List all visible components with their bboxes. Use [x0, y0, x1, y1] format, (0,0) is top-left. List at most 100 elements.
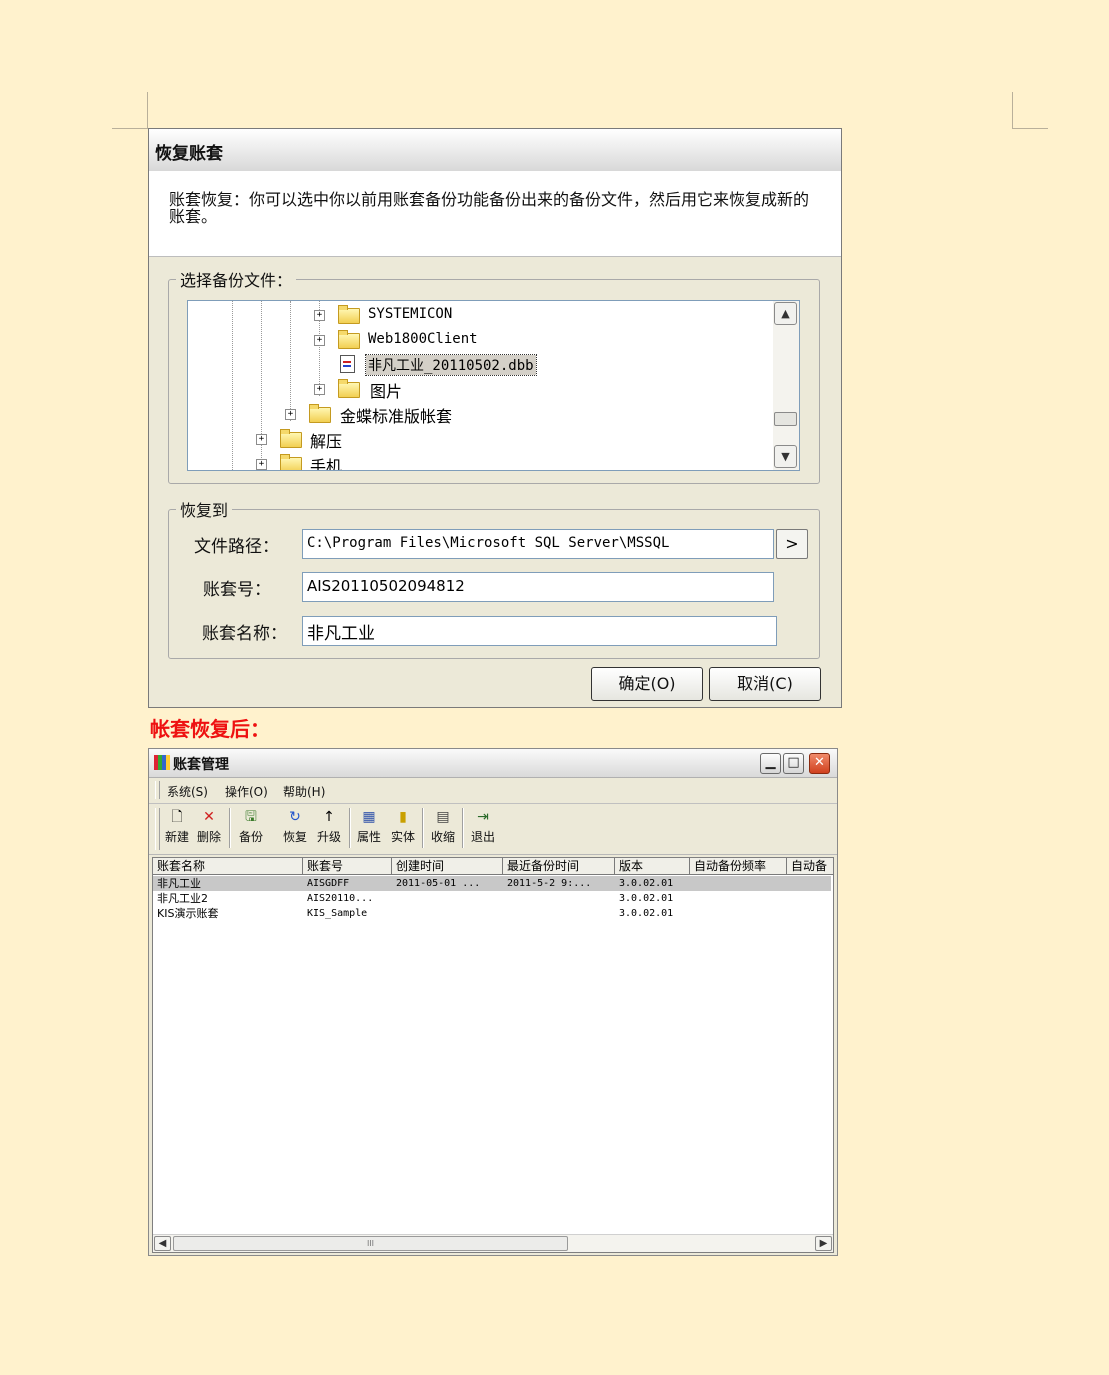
- file-tree[interactable]: + SYSTEMICON + Web1800Client 非凡工业_201105…: [187, 300, 800, 471]
- tree-node-extract[interactable]: + 解压: [188, 428, 768, 451]
- description-text: 账套恢复：你可以选中你以前用账套备份功能备份出来的备份文件，然后用它来恢复成新的…: [169, 190, 810, 226]
- folder-icon: [309, 404, 331, 423]
- cancel-button[interactable]: 取消(C): [709, 667, 821, 701]
- tree-node-label: Web1800Client: [368, 331, 478, 347]
- new-icon: 🗋: [171, 809, 183, 825]
- upgrade-button[interactable]: ↑ 升级: [313, 806, 345, 852]
- tree-node-phone[interactable]: + 手机: [188, 453, 768, 470]
- scroll-left-icon[interactable]: ◀: [154, 1236, 171, 1251]
- properties-button[interactable]: ▦ 属性: [353, 806, 385, 852]
- maximize-icon[interactable]: □: [783, 753, 804, 774]
- corner-mark-left-h: [112, 128, 148, 129]
- expand-icon[interactable]: +: [256, 459, 267, 470]
- scroll-thumb[interactable]: [774, 412, 797, 426]
- exit-button[interactable]: ⇥ 退出: [467, 806, 499, 852]
- upgrade-icon: ↑: [323, 809, 335, 825]
- tree-node-pictures[interactable]: + 图片: [188, 378, 768, 401]
- folder-icon: [280, 429, 302, 448]
- account-name-input[interactable]: 非凡工业: [302, 616, 777, 646]
- new-button[interactable]: 🗋 新建: [161, 806, 193, 852]
- list-horizontal-scrollbar[interactable]: ◀ III ▶: [153, 1234, 833, 1252]
- browse-button[interactable]: >: [776, 529, 808, 559]
- expand-icon[interactable]: +: [256, 434, 267, 445]
- column-header-auto-backup-freq[interactable]: 自动备份频率: [690, 858, 787, 875]
- column-header-name[interactable]: 账套名称: [153, 858, 303, 875]
- menubar-grip: [155, 781, 160, 799]
- folder-icon: [338, 379, 360, 398]
- ok-button[interactable]: 确定(O): [591, 667, 703, 701]
- exit-icon: ⇥: [477, 809, 489, 825]
- file-path-input[interactable]: C:\Program Files\Microsoft SQL Server\MS…: [302, 529, 774, 559]
- window-titlebar[interactable]: 账套管理 ▁ □ ✕: [149, 749, 837, 778]
- upgrade-label: 升级: [316, 830, 341, 844]
- cell-last-backup: 2011-5-2 9:...: [507, 878, 592, 889]
- close-icon[interactable]: ✕: [809, 753, 830, 774]
- column-header-last-backup[interactable]: 最近备份时间: [503, 858, 615, 875]
- expand-icon[interactable]: +: [314, 335, 325, 346]
- backup-button[interactable]: 🖫 备份: [235, 806, 267, 852]
- tree-node-kingdee-accounts[interactable]: + 金蝶标准版帐套: [188, 403, 768, 426]
- tree-node-label: SYSTEMICON: [368, 306, 453, 322]
- cell-created: 2011-05-01 ...: [396, 878, 481, 889]
- scroll-right-icon[interactable]: ▶: [815, 1236, 832, 1251]
- restore-icon: ↻: [289, 809, 301, 825]
- cell-name: 非凡工业: [157, 877, 201, 890]
- cell-name: 非凡工业2: [157, 892, 208, 905]
- tree-node-web1800client[interactable]: + Web1800Client: [188, 329, 768, 351]
- scroll-up-icon[interactable]: ▲: [774, 302, 797, 325]
- cell-version: 3.0.02.01: [619, 893, 674, 904]
- menu-bar: 系统(S) 操作(O) 帮助(H): [149, 778, 837, 804]
- tree-node-backup-file[interactable]: 非凡工业_20110502.dbb: [188, 353, 768, 376]
- scroll-thumb[interactable]: III: [173, 1236, 568, 1251]
- delete-button[interactable]: ✕ 删除: [193, 806, 225, 852]
- tree-node-label: 图片: [370, 382, 403, 401]
- column-header-version[interactable]: 版本: [615, 858, 690, 875]
- tree-vertical-scrollbar[interactable]: ▲ ▼: [773, 301, 799, 470]
- toolbar-separator: [462, 808, 464, 848]
- account-no-input[interactable]: AIS20110502094812: [302, 572, 774, 602]
- table-row[interactable]: 非凡工业2 AIS20110... 3.0.02.01: [153, 891, 831, 906]
- exit-label: 退出: [470, 830, 495, 844]
- cell-version: 3.0.02.01: [619, 878, 674, 889]
- dialog-titlebar[interactable]: 恢复账套: [149, 129, 841, 172]
- tree-node-label: 解压: [310, 432, 343, 451]
- column-header-created[interactable]: 创建时间: [392, 858, 503, 875]
- tree-node-label: 金蝶标准版帐套: [340, 407, 453, 426]
- expand-icon[interactable]: +: [314, 384, 325, 395]
- toolbar-separator: [349, 808, 351, 848]
- caption-text: 帐套恢复后：: [150, 717, 270, 741]
- entity-button[interactable]: ▮ 实体: [387, 806, 419, 852]
- cell-number: AISGDFF: [307, 878, 350, 889]
- toolbar-grip: [155, 808, 160, 850]
- select-file-group-label: 选择备份文件：: [176, 267, 297, 291]
- folder-icon: [280, 454, 302, 470]
- restore-button[interactable]: ↻ 恢复: [279, 806, 311, 852]
- shrink-label: 收缩: [430, 830, 455, 844]
- properties-icon: ▦: [362, 809, 376, 825]
- toolbar-separator: [229, 808, 231, 848]
- account-list[interactable]: 账套名称 账套号 创建时间 最近备份时间 版本 自动备份频率 自动备 非凡工业 …: [152, 857, 834, 1253]
- shrink-button[interactable]: ▤ 收缩: [427, 806, 459, 852]
- entity-label: 实体: [390, 830, 415, 844]
- table-row[interactable]: 非凡工业 AISGDFF 2011-05-01 ... 2011-5-2 9:.…: [153, 876, 831, 891]
- expand-icon[interactable]: +: [314, 310, 325, 321]
- restore-to-group-label: 恢复到: [176, 497, 233, 521]
- delete-icon: ✕: [203, 809, 215, 825]
- tree-node-systemicon[interactable]: + SYSTEMICON: [188, 304, 768, 326]
- table-row[interactable]: KIS演示账套 KIS_Sample 3.0.02.01: [153, 906, 831, 921]
- column-header-auto-backup[interactable]: 自动备: [787, 858, 833, 875]
- entity-icon: ▮: [399, 809, 407, 825]
- account-manager-window: 账套管理 ▁ □ ✕ 系统(S) 操作(O) 帮助(H) 🗋 新建 ✕ 删除 🖫…: [148, 748, 838, 1256]
- menu-operation[interactable]: 操作(O): [225, 783, 268, 800]
- dialog-title: 恢复账套: [155, 144, 223, 164]
- cell-name: KIS演示账套: [157, 907, 219, 920]
- account-name-label: 账套名称：: [202, 624, 287, 644]
- menu-help[interactable]: 帮助(H): [283, 783, 325, 800]
- column-header-number[interactable]: 账套号: [303, 858, 392, 875]
- cell-number: AIS20110...: [307, 893, 374, 904]
- expand-icon[interactable]: +: [285, 409, 296, 420]
- scroll-down-icon[interactable]: ▼: [774, 445, 797, 468]
- properties-label: 属性: [356, 830, 381, 844]
- minimize-icon[interactable]: ▁: [760, 753, 781, 774]
- menu-system[interactable]: 系统(S): [167, 783, 208, 800]
